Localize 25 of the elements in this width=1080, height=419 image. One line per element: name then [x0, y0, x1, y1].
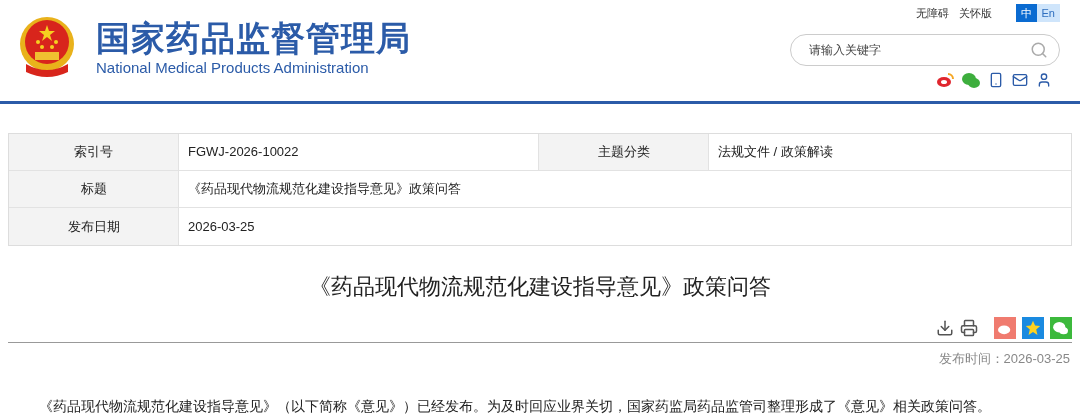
language-tab[interactable]: 中 — [1015, 4, 1037, 22]
article-title: 《药品现代物流规范化建设指导意见》政策问答 — [309, 273, 771, 301]
phone-icon[interactable] — [988, 72, 1004, 88]
weibo-icon[interactable] — [936, 72, 954, 88]
wechat-icon[interactable] — [962, 72, 980, 88]
top-link[interactable]: 无障碍 — [915, 4, 949, 22]
site-subtitle: National Medical Products Administration — [96, 57, 370, 78]
label-cell: 发布日期 — [9, 208, 179, 245]
label-cell: 主题分类 — [539, 134, 709, 170]
mail-icon[interactable] — [1012, 72, 1028, 88]
weibo-share-icon[interactable] — [994, 317, 1016, 339]
emblem-logo — [18, 15, 76, 80]
star-share-icon[interactable] — [1022, 317, 1044, 339]
print-icon[interactable] — [960, 319, 978, 337]
label-cell: 标题 — [9, 171, 179, 207]
article-paragraph: 《药品现代物流规范化建设指导意见》（以下简称《意见》）已经发布。为及时回应业界关切，国家药监局药品监管司整理形成了《意见》相关政策问答。 — [39, 397, 992, 416]
top-link[interactable]: 关怀版 — [958, 4, 992, 22]
publish-time: 发布时间：2026-03-25 — [938, 350, 1070, 368]
search-field[interactable]: 请输入关键字 — [790, 34, 1060, 66]
site-title: 国家药品监督管理局 — [96, 17, 411, 58]
user-icon[interactable] — [1036, 72, 1052, 88]
download-icon[interactable] — [936, 319, 954, 337]
label-cell: 索引号 — [9, 134, 179, 170]
wechat-share-icon[interactable] — [1050, 317, 1072, 339]
language-tab[interactable]: En — [1036, 4, 1060, 22]
